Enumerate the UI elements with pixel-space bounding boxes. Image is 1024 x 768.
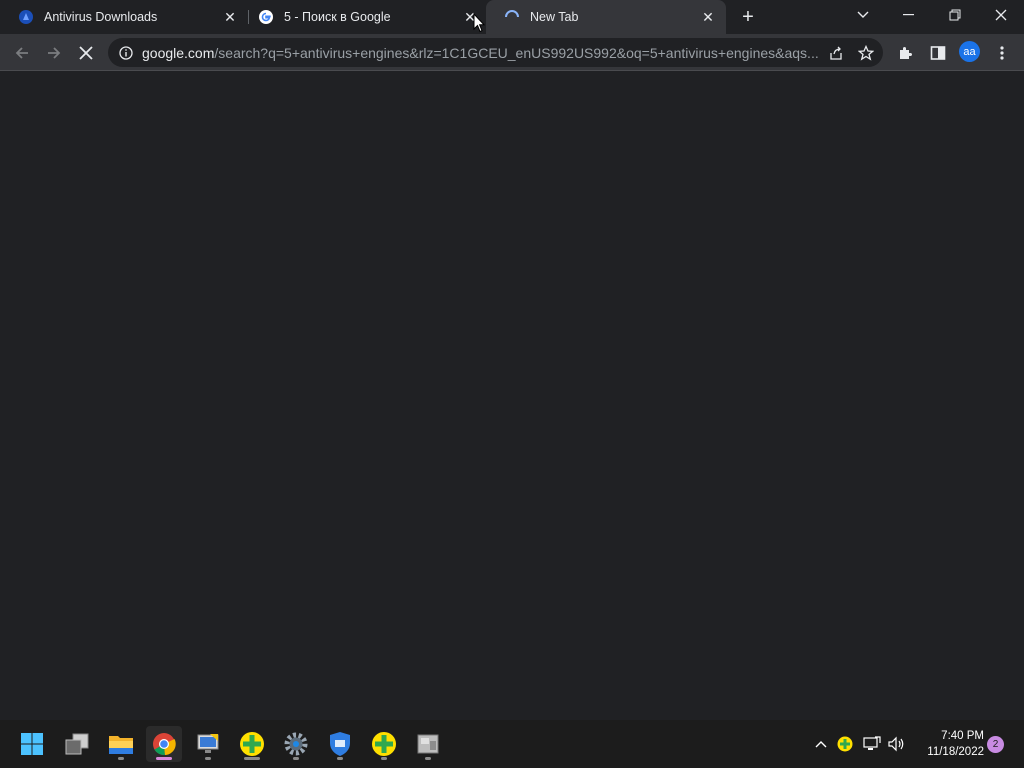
antivirus-tray-icon[interactable]	[834, 720, 856, 768]
tab-new-tab[interactable]: New Tab ✕	[486, 0, 726, 34]
tab-google-search[interactable]: 5 - Поиск в Google ✕	[240, 0, 488, 34]
tab-title: Antivirus Downloads	[44, 10, 158, 24]
tab-title: New Tab	[530, 10, 579, 24]
tab-search-chevron-icon[interactable]	[840, 0, 886, 30]
tab-title: 5 - Поиск в Google	[284, 10, 391, 24]
page-content	[0, 71, 1024, 720]
show-hidden-icons-chevron-icon[interactable]	[810, 720, 832, 768]
url-text[interactable]: google.com/search?q=5+antivirus+engines&…	[142, 45, 823, 61]
profile-avatar[interactable]: aa	[959, 41, 980, 62]
address-bar[interactable]: google.com/search?q=5+antivirus+engines&…	[108, 38, 883, 67]
mouse-cursor-icon	[473, 12, 486, 38]
bookmark-star-icon[interactable]	[853, 40, 879, 66]
running-indicator	[244, 757, 260, 760]
settings-icon[interactable]	[278, 726, 314, 762]
active-indicator	[156, 757, 172, 760]
notification-badge[interactable]: 2	[987, 736, 1004, 753]
restore-button[interactable]	[932, 0, 978, 30]
close-window-button[interactable]	[978, 0, 1024, 30]
chrome-menu-icon[interactable]	[989, 40, 1015, 66]
site-info-icon[interactable]	[118, 45, 134, 61]
clock-time: 7:40 PM	[941, 730, 984, 742]
loading-spinner-icon	[504, 9, 520, 25]
side-panel-icon[interactable]	[925, 40, 951, 66]
running-indicator	[381, 757, 387, 760]
file-explorer-icon[interactable]	[103, 726, 139, 762]
browser-toolbar: google.com/search?q=5+antivirus+engines&…	[0, 34, 1024, 71]
task-view-icon[interactable]	[59, 726, 95, 762]
remote-desktop-icon[interactable]	[190, 726, 226, 762]
network-tray-icon[interactable]	[861, 720, 883, 768]
antivirus-plus-icon[interactable]	[234, 726, 270, 762]
minimize-button[interactable]	[886, 0, 932, 30]
antivirus-plus-icon-2[interactable]	[366, 726, 402, 762]
tab-antivirus-downloads[interactable]: Antivirus Downloads ✕	[0, 0, 248, 34]
taskbar-clock[interactable]: 7:40 PM 11/18/2022	[912, 728, 984, 760]
start-icon[interactable]	[14, 726, 50, 762]
url-host: google.com	[142, 44, 215, 61]
tab-strip: Antivirus Downloads ✕ 5 - Поиск в Google…	[0, 0, 1024, 34]
defender-shield-icon[interactable]	[322, 726, 358, 762]
running-indicator	[118, 757, 124, 760]
taskbar	[0, 720, 1024, 768]
network-app-icon[interactable]	[410, 726, 446, 762]
extensions-puzzle-icon[interactable]	[893, 40, 919, 66]
running-indicator	[205, 757, 211, 760]
share-icon[interactable]	[823, 40, 849, 66]
close-icon[interactable]: ✕	[220, 7, 240, 27]
google-icon	[258, 9, 274, 25]
new-tab-button[interactable]: +	[736, 5, 760, 29]
running-indicator	[293, 757, 299, 760]
back-button[interactable]	[9, 40, 35, 66]
volume-icon[interactable]	[886, 720, 908, 768]
forward-button[interactable]	[41, 40, 67, 66]
chrome-icon[interactable]	[146, 726, 182, 762]
url-path: /search?q=5+antivirus+engines&rlz=1C1GCE…	[214, 44, 819, 61]
running-indicator	[425, 757, 431, 760]
running-indicator	[337, 757, 343, 760]
stop-loading-button[interactable]	[73, 40, 99, 66]
close-icon[interactable]: ✕	[698, 7, 718, 27]
clock-date: 11/18/2022	[927, 746, 984, 758]
avast-icon	[18, 9, 34, 25]
